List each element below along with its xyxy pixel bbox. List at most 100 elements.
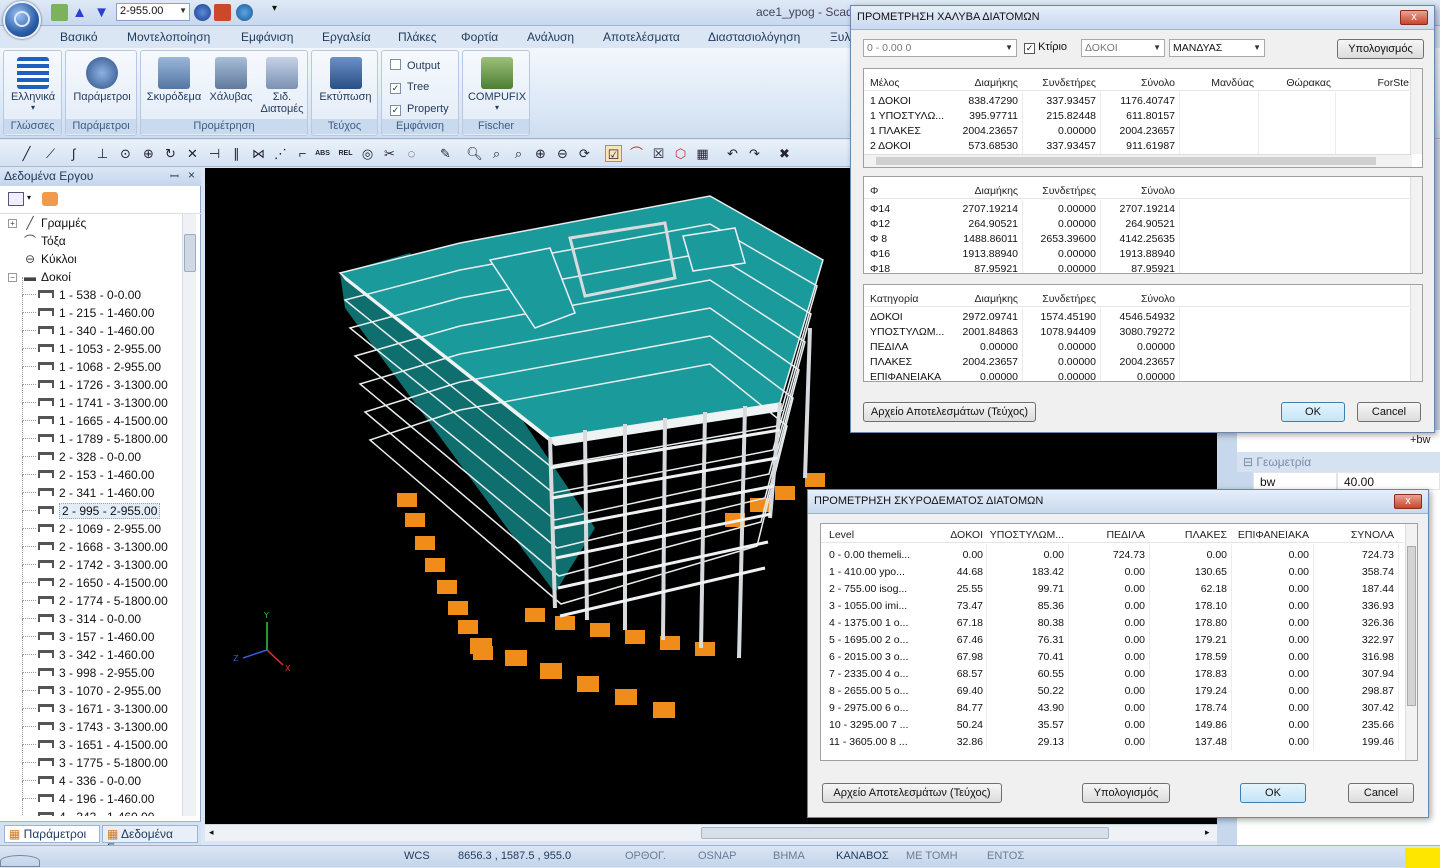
table-row[interactable]: Φ18 87.95921 0.00000 87.95921 (864, 262, 1409, 273)
tree-beam-item[interactable]: 3 - 314 - 0-0.00 (38, 610, 141, 628)
line-icon[interactable]: ╱ (18, 145, 35, 162)
undo-icon[interactable]: ↶ (724, 145, 741, 162)
table-icon[interactable]: ▦ (694, 145, 711, 162)
redo-icon[interactable]: ↷ (746, 145, 763, 162)
column-header[interactable]: Διαμήκης (938, 76, 1018, 91)
diameters-vscrollbar[interactable] (1410, 177, 1422, 273)
parallel-icon[interactable]: ∥ (228, 145, 245, 162)
concrete-ok-button[interactable]: OK (1240, 783, 1306, 803)
zoom-out-icon[interactable]: ⊖ (554, 145, 571, 162)
tree-category[interactable]: − ▬ Δοκοί (8, 268, 71, 286)
steel-sections-button[interactable]: Σιδ. Διατομές (257, 53, 307, 115)
column-header[interactable]: ForSte (1329, 76, 1409, 91)
tree-beam-item[interactable]: 1 - 1068 - 2-955.00 (38, 358, 161, 376)
pin-icon[interactable]: ꟷ (170, 169, 179, 184)
close-icon[interactable]: × (188, 168, 195, 182)
tree-beam-item[interactable]: 4 - 343 - 1-460.00 (38, 808, 154, 816)
table-row[interactable]: 4 - 1375.00 1 o... 67.18 80.38 0.00 178.80 0.… (821, 616, 1403, 631)
tab-basic[interactable]: Βασικό (60, 30, 98, 44)
column-header[interactable]: Level (829, 528, 854, 543)
concrete-calc-button[interactable]: Υπολογισμός (1082, 783, 1170, 803)
table-row[interactable]: 1 ΥΠΟΣΤΥΛΩ... 395.97711 215.82448 611.80157 (864, 109, 1409, 124)
scroll-left-icon[interactable]: ◂ (209, 827, 214, 838)
tab-timber[interactable]: Ξυλ (830, 30, 850, 44)
steel-button[interactable]: Χάλυβας (207, 53, 255, 103)
column-header[interactable]: Συνδετήρες (1016, 76, 1096, 91)
inside-toggle[interactable]: ΕΝΤΟΣ (987, 850, 1024, 862)
tree-beam-item[interactable]: 3 - 1671 - 3-1300.00 (38, 700, 168, 718)
greek-button[interactable]: Ελληνικά ▾ (6, 53, 60, 112)
table-row[interactable]: Φ16 1913.88940 0.00000 1913.88940 (864, 247, 1409, 262)
table-row[interactable]: ΕΠΙΦΑΝΕΙΑΚΑ 0.00000 0.00000 0.00000 (864, 370, 1409, 381)
steel-level-combo[interactable]: 0 - 0.00 0 ▼ (863, 39, 1017, 57)
table-row[interactable]: 2 - 755.00 isog... 25.55 99.71 0.00 62.18 0.0… (821, 582, 1403, 597)
section-toggle[interactable]: ΜΕ ΤΟΜΗ (906, 850, 958, 862)
output-checkbox[interactable]: Output (390, 59, 440, 72)
hscroll-thumb[interactable] (701, 827, 1109, 839)
tab-modeling[interactable]: Μοντελοποίηση (127, 30, 210, 44)
table-row[interactable]: ΔΟΚΟΙ 2972.09741 1574.45190 4546.54932 (864, 310, 1409, 325)
column-header[interactable]: Διαμήκης (938, 292, 1018, 307)
tree-beam-item[interactable]: 2 - 328 - 0-0.00 (38, 448, 141, 466)
table-row[interactable]: Φ14 2707.19214 0.00000 2707.19214 (864, 202, 1409, 217)
column-header[interactable]: Συνδετήρες (1016, 184, 1096, 199)
delete-icon[interactable]: ✖ (776, 145, 793, 162)
column-header[interactable]: Φ (870, 184, 878, 199)
tree-options-icon[interactable] (8, 192, 24, 206)
scroll-right-icon[interactable]: ▸ (1205, 827, 1210, 838)
tree-beam-item[interactable]: 3 - 157 - 1-460.00 (38, 628, 154, 646)
osnap-toggle[interactable]: OSNAP (698, 850, 737, 862)
property-value[interactable]: 40.00 (1337, 472, 1440, 490)
rotate-icon[interactable]: ↻ (162, 145, 179, 162)
graph-icon[interactable]: ⌒ (628, 145, 645, 162)
rel-icon[interactable]: REL (337, 145, 354, 162)
column-header[interactable]: ΕΠΙΦΑΝΕΙΑΚΑ (1229, 528, 1309, 543)
column-header[interactable]: ΔΟΚΟΙ (903, 528, 983, 543)
redraw-icon[interactable]: ⟳ (576, 145, 593, 162)
table-row[interactable]: Φ12 264.90521 0.00000 264.90521 (864, 217, 1409, 232)
tree-beam-item[interactable]: 1 - 1741 - 3-1300.00 (38, 394, 168, 412)
intersection-icon[interactable]: ✕ (184, 145, 201, 162)
tree-category[interactable]: ⌒ Τόξα (8, 232, 66, 250)
members-vscrollbar[interactable] (1410, 69, 1422, 154)
tree-beam-item[interactable]: 2 - 995 - 2-955.00 (38, 502, 161, 520)
tree-beam-item[interactable]: 4 - 336 - 0-0.00 (38, 772, 141, 790)
building-checkbox[interactable]: ✓ Κτίριο (1024, 41, 1067, 54)
column-header[interactable]: Σύνολο (1095, 184, 1175, 199)
globe-icon[interactable] (194, 4, 211, 21)
tree-beam-item[interactable]: 1 - 1789 - 5-1800.00 (38, 430, 168, 448)
viewport-hscrollbar[interactable]: ◂ ▸ (205, 824, 1217, 841)
expand-icon[interactable]: + (8, 219, 17, 228)
table-row[interactable]: 7 - 2335.00 4 o... 68.57 60.55 0.00 178.83 0.… (821, 667, 1403, 682)
grid-snap-icon[interactable]: ⋰ (272, 145, 289, 162)
abs-icon[interactable]: ABS (314, 145, 331, 162)
steel-results-file-button[interactable]: Αρχείο Αποτελεσμάτων (Τεύχος) (863, 402, 1036, 422)
perpendicular-icon[interactable]: ⊥ (94, 145, 111, 162)
column-header[interactable]: ΠΛΑΚΕΣ (1147, 528, 1227, 543)
table-row[interactable]: ΠΕΔΙΛΑ 0.00000 0.00000 0.00000 (864, 340, 1409, 355)
spline-icon[interactable]: ∫ (65, 145, 82, 162)
offset-icon[interactable]: ⌐ (294, 145, 311, 162)
tree-category[interactable]: ⊖ Κύκλοι (8, 250, 77, 268)
eye-icon[interactable] (236, 4, 253, 21)
tree-beam-item[interactable]: 1 - 1665 - 4-1500.00 (38, 412, 168, 430)
table-row[interactable]: 1 ΠΛΑΚΕΣ 2004.23657 0.00000 2004.23657 (864, 124, 1409, 139)
geometry-section[interactable]: ⊟ Γεωμετρία (1237, 452, 1440, 472)
tab-tools[interactable]: Εργαλεία (322, 30, 371, 44)
tree-beam-item[interactable]: 2 - 1668 - 3-1300.00 (38, 538, 168, 556)
tree-beam-item[interactable]: 2 - 341 - 1-460.00 (38, 484, 154, 502)
concrete-dialog-close-button[interactable]: x (1394, 494, 1422, 509)
expand-icon[interactable] (8, 235, 17, 244)
cross-icon[interactable]: ⋈ (250, 145, 267, 162)
tree-beam-item[interactable]: 1 - 340 - 1-460.00 (38, 322, 154, 340)
collapse-icon[interactable]: − (8, 273, 17, 282)
element-type-combo[interactable]: ΔΟΚΟΙ ▼ (1081, 39, 1165, 57)
tree-beam-item[interactable]: 2 - 1774 - 5-1800.00 (38, 592, 168, 610)
zoom-icon[interactable]: 🔍︎ (466, 145, 483, 162)
categories-vscrollbar[interactable] (1410, 285, 1422, 381)
concrete-results-file-button[interactable]: Αρχείο Αποτελεσμάτων (Τεύχος) (822, 783, 1002, 803)
table-row[interactable]: ΥΠΟΣΤΥΛΩΜ... 2001.84863 1078.94409 3080.792… (864, 325, 1409, 340)
level-combo[interactable]: 2-955.00 ▼ (116, 3, 190, 21)
cut-icon[interactable]: ✂ (381, 145, 398, 162)
members-hscrollbar[interactable] (864, 154, 1412, 167)
